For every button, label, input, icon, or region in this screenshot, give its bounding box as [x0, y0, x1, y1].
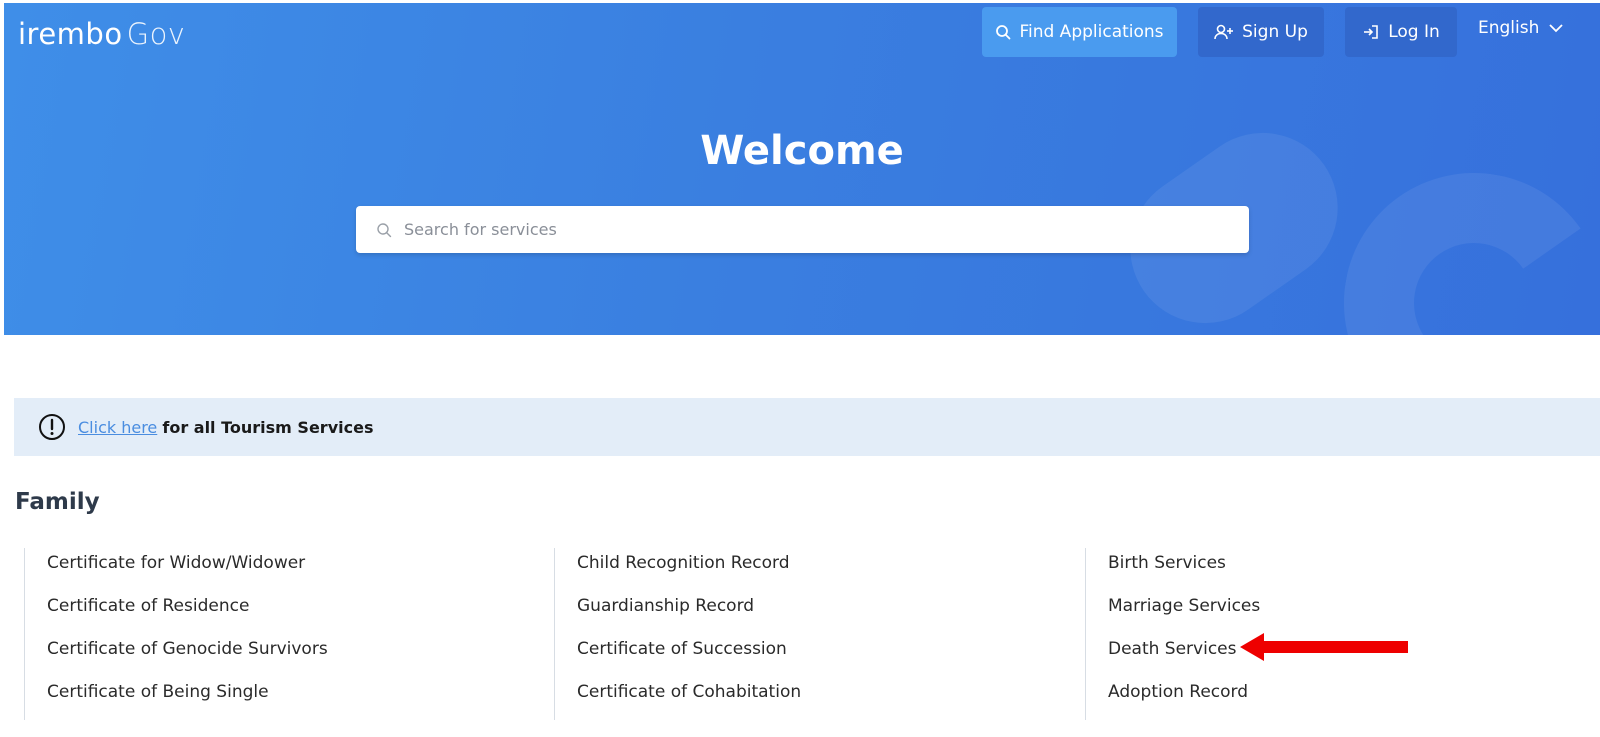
service-link-being-single[interactable]: Certificate of Being Single — [47, 677, 524, 720]
service-link-birth[interactable]: Birth Services — [1108, 548, 1585, 591]
service-link-cohabitation[interactable]: Certificate of Cohabitation — [577, 677, 1054, 720]
language-label: English — [1478, 18, 1540, 38]
user-plus-icon — [1214, 24, 1234, 40]
red-annotation-arrow — [1240, 633, 1408, 661]
family-services-column-1: Certificate for Widow/Widower Certificat… — [24, 548, 524, 720]
logo-main-text: irembo — [18, 17, 123, 51]
notice-message: for all Tourism Services — [162, 417, 374, 437]
sign-up-label: Sign Up — [1242, 22, 1308, 42]
search-icon — [377, 222, 392, 237]
exclamation-circle-icon — [39, 414, 65, 440]
irembo-gov-logo[interactable]: irembo Gov — [18, 17, 185, 51]
service-link-child-recognition[interactable]: Child Recognition Record — [577, 548, 1054, 591]
find-applications-button[interactable]: Find Applications — [982, 7, 1177, 57]
service-link-adoption[interactable]: Adoption Record — [1108, 677, 1585, 720]
service-link-widow-widower[interactable]: Certificate for Widow/Widower — [47, 548, 524, 591]
notice-text: Click here for all Tourism Services — [78, 418, 373, 437]
service-link-succession[interactable]: Certificate of Succession — [577, 634, 1054, 677]
chevron-down-icon — [1549, 24, 1564, 33]
tourism-services-link[interactable]: Click here — [78, 418, 157, 437]
service-link-guardianship[interactable]: Guardianship Record — [577, 591, 1054, 634]
log-in-button[interactable]: Log In — [1345, 7, 1457, 57]
service-search-box[interactable] — [356, 206, 1249, 253]
find-applications-label: Find Applications — [1019, 22, 1164, 42]
log-in-label: Log In — [1388, 22, 1440, 42]
search-icon — [996, 25, 1011, 40]
service-link-marriage[interactable]: Marriage Services — [1108, 591, 1585, 634]
service-link-genocide-survivors[interactable]: Certificate of Genocide Survivors — [47, 634, 524, 677]
family-section-title: Family — [15, 489, 100, 515]
language-selector[interactable]: English — [1478, 18, 1564, 38]
sign-up-button[interactable]: Sign Up — [1198, 7, 1324, 57]
decorative-shape — [1323, 152, 1600, 335]
search-input[interactable] — [404, 220, 1224, 239]
service-link-residence[interactable]: Certificate of Residence — [47, 591, 524, 634]
tourism-notice-banner: Click here for all Tourism Services — [14, 398, 1600, 456]
family-services-column-2: Child Recognition Record Guardianship Re… — [554, 548, 1054, 720]
login-icon — [1364, 25, 1379, 39]
welcome-heading: Welcome — [700, 128, 904, 174]
logo-gov-text: Gov — [126, 17, 186, 51]
